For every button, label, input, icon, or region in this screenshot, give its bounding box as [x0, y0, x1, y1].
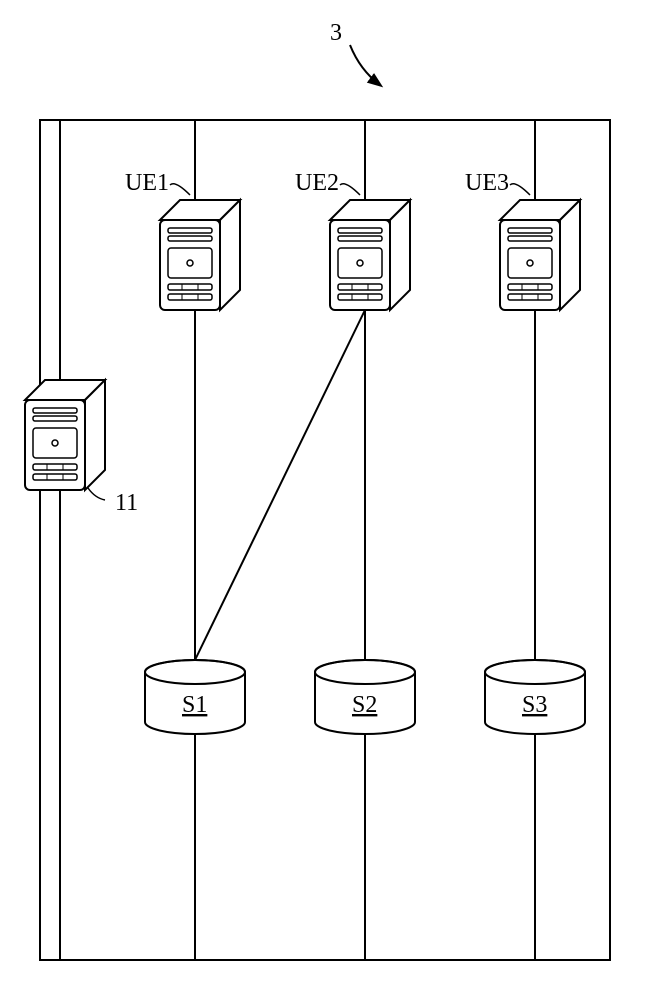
leader-ue2: [340, 184, 360, 195]
storage-s2: S2: [315, 660, 415, 734]
storage-s1: S1: [145, 660, 245, 734]
label-ue2: UE2: [295, 170, 339, 196]
label-ctrl: 11: [115, 490, 138, 516]
figure-pointer-arrow: [350, 45, 380, 85]
server-ue3: UE3: [465, 170, 580, 310]
figure-number-label: 3: [330, 20, 342, 46]
server-ue2: UE2: [295, 170, 410, 310]
label-s1: S1: [182, 692, 207, 718]
label-s2: S2: [352, 692, 377, 718]
link-ue2-s1: [195, 310, 365, 660]
label-s3: S3: [522, 692, 547, 718]
storage-s3: S3: [485, 660, 585, 734]
label-ue3: UE3: [465, 170, 509, 196]
leader-ue1: [170, 184, 190, 195]
architecture-diagram: 3 UE1 UE2 UE3 11 S1 S2: [0, 0, 646, 1000]
server-ue1: UE1: [125, 170, 240, 310]
server-ctrl: 11: [25, 380, 138, 516]
leader-ctrl: [88, 488, 105, 500]
leader-ue3: [510, 184, 530, 195]
label-ue1: UE1: [125, 170, 169, 196]
